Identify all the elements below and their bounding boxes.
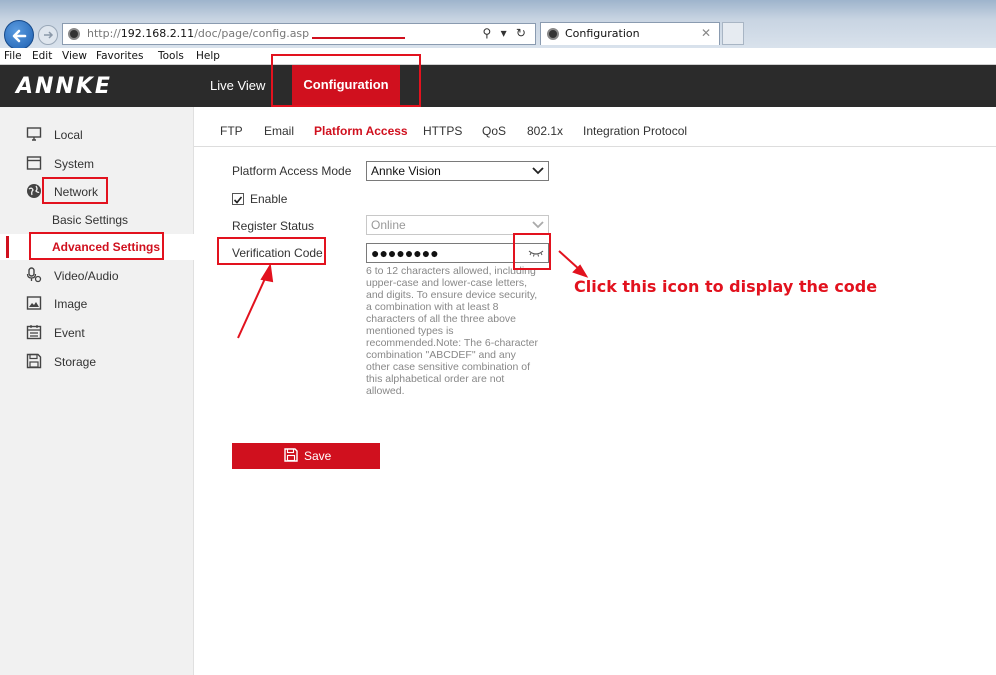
new-tab-button[interactable]: [722, 22, 744, 45]
sidebar-item-basic-settings[interactable]: Basic Settings: [0, 207, 194, 233]
microphone-icon: [26, 267, 42, 283]
register-status-label: Register Status: [232, 219, 314, 233]
tab-https[interactable]: HTTPS: [423, 124, 462, 138]
address-url: http://192.168.2.11/doc/page/config.asp: [87, 27, 309, 40]
arrow-down-head: [574, 266, 586, 276]
arrow-down-line: [559, 251, 580, 270]
sidebar-item-label: Local: [54, 128, 83, 142]
tab-title: Configuration: [565, 27, 640, 40]
menu-view[interactable]: View: [62, 50, 87, 62]
arrow-right-icon: [42, 29, 54, 41]
browser-tab[interactable]: Configuration ✕: [540, 22, 720, 45]
search-refresh-icons[interactable]: ⚲ ▾ ↻: [482, 26, 529, 40]
settings-tabs: FTP Email Platform Access HTTPS QoS 802.…: [194, 107, 996, 147]
nav-live-view[interactable]: Live View: [210, 78, 265, 93]
sidebar-item-label: Storage: [54, 355, 96, 369]
enable-checkbox[interactable]: [232, 193, 244, 205]
address-bar[interactable]: http://192.168.2.11/doc/page/config.asp …: [62, 23, 536, 45]
browser-menubar: File Edit View Favorites Tools Help: [0, 48, 996, 65]
back-button[interactable]: [4, 20, 34, 50]
platform-access-mode-label: Platform Access Mode: [232, 164, 351, 178]
annotation-box-network: [42, 177, 108, 204]
sidebar-item-label: Event: [54, 326, 85, 340]
password-value: ●●●●●●●●: [371, 245, 439, 261]
annke-logo: ANNKE: [16, 74, 112, 99]
menu-edit[interactable]: Edit: [32, 50, 52, 62]
arrow-up-head: [262, 266, 272, 281]
menu-favorites[interactable]: Favorites: [96, 50, 143, 62]
chevron-down-icon: [532, 166, 544, 176]
window-icon: [26, 155, 42, 171]
calendar-icon: [26, 324, 42, 340]
storage-icon: [26, 353, 42, 369]
arrow-up-line: [238, 272, 268, 338]
sidebar-item-system[interactable]: System: [0, 151, 194, 177]
sidebar-item-label: Basic Settings: [52, 213, 128, 227]
sidebar-item-image[interactable]: Image: [0, 291, 194, 317]
sidebar-item-label: Video/Audio: [54, 269, 119, 283]
annotation-box-eye-icon: [513, 233, 551, 270]
tab-email[interactable]: Email: [264, 124, 294, 138]
monitor-icon: [26, 126, 42, 142]
platform-access-mode-select[interactable]: Annke Vision: [366, 161, 549, 181]
tab-favicon-icon: [547, 28, 559, 40]
floppy-disk-icon: [284, 448, 298, 462]
save-button[interactable]: Save: [232, 443, 380, 469]
sidebar-item-label: System: [54, 157, 94, 171]
select-value: Online: [371, 218, 406, 232]
menu-help[interactable]: Help: [196, 50, 220, 62]
verification-code-hint: 6 to 12 characters allowed, including up…: [366, 265, 550, 397]
image-icon: [26, 295, 42, 311]
chevron-down-icon: [532, 220, 544, 230]
arrow-left-icon: [11, 27, 29, 45]
browser-chrome: http://192.168.2.11/doc/page/config.asp …: [0, 0, 996, 48]
tab-close-icon[interactable]: ✕: [701, 26, 711, 40]
annotation-box-advanced-settings: [29, 232, 164, 260]
active-indicator: [6, 236, 9, 258]
save-button-label: Save: [304, 449, 331, 463]
enable-label: Enable: [250, 192, 287, 206]
menu-tools[interactable]: Tools: [158, 50, 184, 62]
tab-qos[interactable]: QoS: [482, 124, 506, 138]
sidebar-item-local[interactable]: Local: [0, 122, 194, 148]
app-header: ANNKE Live View Configuration: [0, 65, 996, 107]
annotation-text: Click this icon to display the code: [574, 277, 877, 296]
site-favicon-icon: [68, 28, 80, 40]
tab-802-1x[interactable]: 802.1x: [527, 124, 563, 138]
annotation-box-verification-code: [217, 237, 326, 265]
checkmark-icon: [233, 195, 243, 205]
sidebar-item-label: Image: [54, 297, 87, 311]
sidebar-item-video-audio[interactable]: Video/Audio: [0, 263, 194, 289]
tab-platform-access[interactable]: Platform Access: [314, 124, 408, 138]
active-tab-underline: [312, 37, 405, 39]
select-value: Annke Vision: [371, 164, 441, 178]
register-status-select: Online: [366, 215, 549, 235]
tab-ftp[interactable]: FTP: [220, 124, 243, 138]
forward-button[interactable]: [38, 25, 58, 45]
sidebar-item-event[interactable]: Event: [0, 320, 194, 346]
sidebar-item-storage[interactable]: Storage: [0, 349, 194, 375]
tab-integration-protocol[interactable]: Integration Protocol: [583, 124, 687, 138]
menu-file[interactable]: File: [4, 50, 22, 62]
globe-icon: [26, 183, 42, 199]
annotation-box-configuration: [271, 54, 421, 107]
